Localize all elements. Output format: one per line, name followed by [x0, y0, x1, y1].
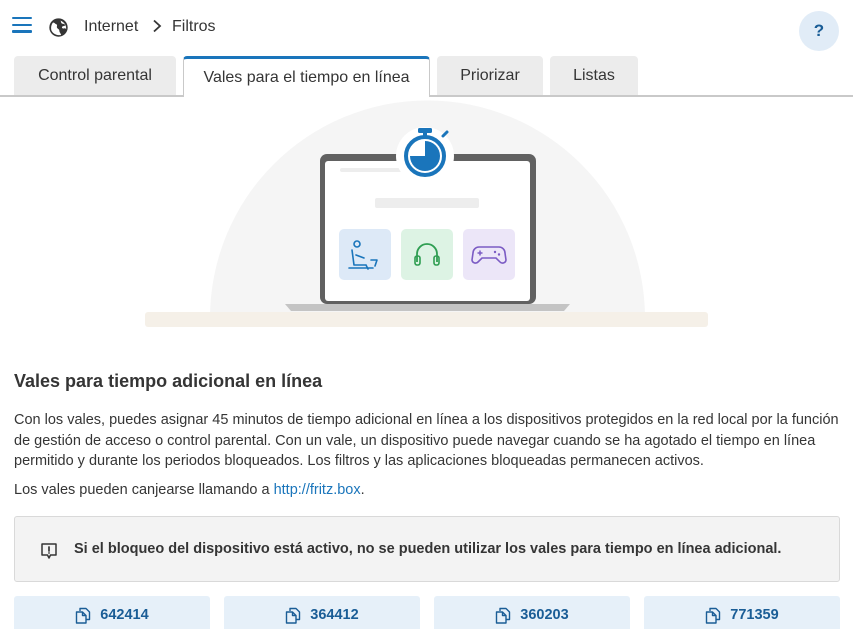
gamepad-icon: [463, 229, 515, 280]
voucher-364412[interactable]: 364412: [224, 596, 420, 629]
stopwatch-icon: [396, 127, 454, 185]
copy-icon: [76, 607, 91, 624]
redeem-prefix: Los vales pueden canjearse llamando a: [14, 482, 274, 498]
copy-icon: [496, 607, 511, 624]
voucher-642414[interactable]: 642414: [14, 596, 210, 629]
tab-control-parental[interactable]: Control parental: [14, 56, 176, 96]
section-title: Vales para tiempo adicional en línea: [14, 371, 323, 391]
voucher-code: 364412: [310, 607, 359, 623]
hamburger-icon[interactable]: [12, 17, 32, 33]
voucher-360203[interactable]: 360203: [434, 596, 630, 629]
tab-priorizar[interactable]: Priorizar: [437, 56, 543, 96]
breadcrumb-filtros: Filtros: [172, 18, 216, 35]
globe-icon: [49, 18, 68, 37]
redeem-suffix: .: [360, 482, 365, 498]
voucher-771359[interactable]: 771359: [644, 596, 840, 629]
notice-text: Si el bloqueo del dispositivo está activ…: [74, 541, 782, 557]
tab-vales[interactable]: Vales para el tiempo en línea: [183, 56, 430, 97]
description-text: Con los vales, puedes asignar 45 minutos…: [14, 412, 839, 469]
work-icon: [339, 229, 391, 280]
breadcrumb-internet[interactable]: Internet: [84, 18, 138, 36]
redeem-text: Los vales pueden canjearse llamando a ht…: [14, 482, 365, 498]
voucher-illustration: [145, 100, 708, 327]
info-notice: Si el bloqueo del dispositivo está activ…: [14, 516, 840, 582]
tab-bar: Control parental Vales para el tiempo en…: [0, 56, 853, 97]
header: Internet Filtros ?: [0, 0, 853, 56]
copy-icon: [286, 607, 301, 624]
tab-listas[interactable]: Listas: [550, 56, 638, 96]
voucher-code: 642414: [100, 607, 149, 623]
fritz-box-link[interactable]: http://fritz.box: [274, 482, 361, 498]
voucher-code: 360203: [520, 607, 569, 623]
copy-icon: [706, 607, 721, 624]
help-button[interactable]: ?: [799, 11, 839, 51]
voucher-code: 771359: [730, 607, 779, 623]
alert-message-icon: [41, 543, 57, 559]
chevron-right-icon: [153, 19, 162, 33]
headphones-icon: [401, 229, 453, 280]
